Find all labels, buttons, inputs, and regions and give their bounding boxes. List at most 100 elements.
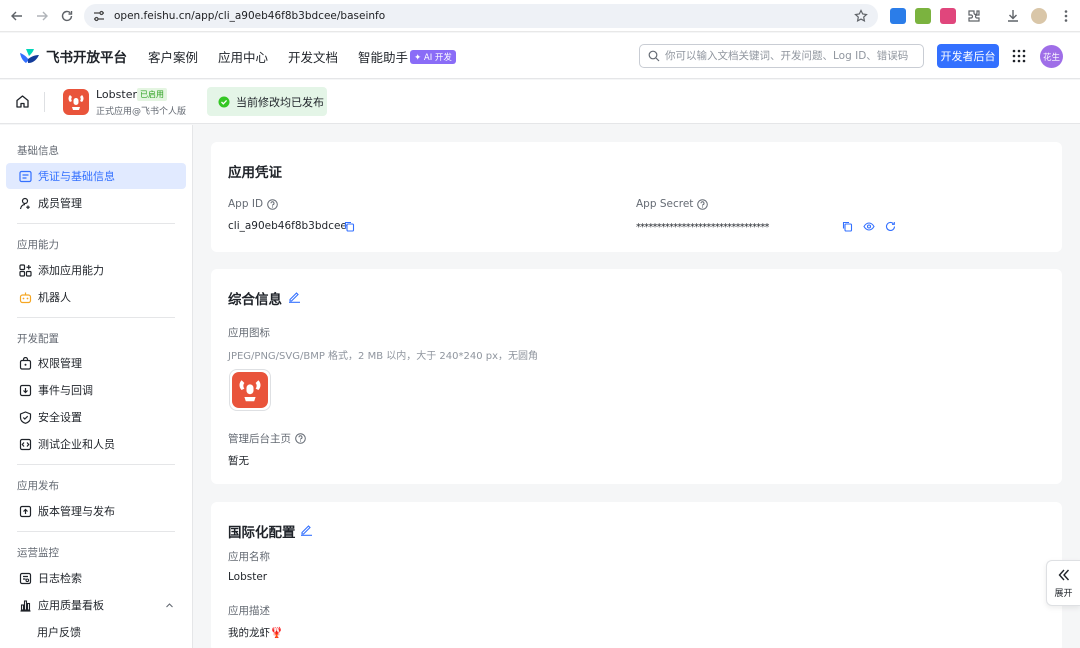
sidebar-item-credentials[interactable]: 凭证与基础信息 — [6, 163, 186, 189]
address-bar[interactable]: open.feishu.cn/app/cli_a90eb46f8b3bdcee/… — [84, 4, 878, 28]
app-secret-value: ******************************** — [636, 222, 769, 233]
sidebar-item-security[interactable]: 安全设置 — [6, 404, 186, 430]
app-header: 飞书开放平台 客户案例 应用中心 开发文档 智能助手✦ AI 开发 开发者后台 … — [0, 33, 1080, 79]
homepage-value: 暂无 — [228, 455, 249, 467]
sidebar-item-test-orgs[interactable]: 测试企业和人员 — [6, 431, 186, 457]
app-icon-label: 应用图标 — [228, 327, 270, 339]
help-icon[interactable] — [295, 433, 306, 444]
sidebar-group-capability: 应用能力 — [17, 239, 59, 251]
sidebar-item-label: 凭证与基础信息 — [38, 170, 115, 183]
edit-icon[interactable] — [300, 523, 313, 536]
copy-icon[interactable] — [842, 221, 853, 232]
sidebar-item-quality-board[interactable]: 应用质量看板 — [6, 592, 186, 618]
sidebar-item-events[interactable]: 事件与回调 — [6, 377, 186, 403]
nav-smart-assistant-label: 智能助手 — [358, 50, 409, 65]
nav-smart-assistant[interactable]: 智能助手 ✦ AI 开发 — [358, 47, 456, 66]
developer-console-button[interactable]: 开发者后台 — [937, 44, 999, 68]
forward-arrow-icon[interactable] — [34, 8, 50, 24]
sidebar-item-add-capability[interactable]: 添加应用能力 — [6, 257, 186, 283]
edit-icon[interactable] — [288, 290, 301, 303]
sidebar-item-label: 事件与回调 — [38, 384, 93, 397]
publish-notice: 当前修改均已发布 — [207, 87, 327, 116]
help-icon[interactable] — [697, 198, 709, 210]
site-settings-icon[interactable] — [92, 9, 106, 23]
general-title: 综合信息 — [228, 292, 282, 308]
copy-icon[interactable] — [344, 221, 355, 232]
app-icon-hint: JPEG/PNG/SVG/BMP 格式，2 MB 以内，大于 240*240 p… — [228, 351, 539, 362]
nav-dev-docs[interactable]: 开发文档 — [288, 47, 338, 66]
browser-menu-icon[interactable] — [1058, 8, 1074, 24]
app-icon-large[interactable] — [229, 369, 271, 411]
general-info-card: 综合信息 应用图标 JPEG/PNG/SVG/BMP 格式，2 MB 以内，大于… — [211, 269, 1062, 484]
app-desc-label: 应用描述 — [228, 605, 270, 617]
credentials-card: 应用凭证 App ID cli_a90eb46f8b3bdcee App Sec… — [211, 142, 1062, 252]
expand-panel-button[interactable]: 展开 — [1046, 560, 1080, 606]
extension-puzzle-pink-icon[interactable] — [940, 8, 956, 24]
log-icon — [18, 571, 32, 585]
extension-book-icon[interactable] — [915, 8, 931, 24]
ai-badge-label: AI 开发 — [423, 53, 452, 63]
app-id-label-text: App ID — [228, 198, 264, 210]
member-icon — [18, 196, 32, 210]
app-id-label: App ID — [228, 198, 278, 210]
search-input[interactable] — [665, 50, 915, 62]
add-capability-icon — [18, 263, 32, 277]
homepage-label-text: 管理后台主页 — [228, 433, 291, 445]
sidebar-item-logs[interactable]: 日志检索 — [6, 565, 186, 591]
user-avatar[interactable]: 花生 — [1040, 45, 1063, 68]
permission-icon — [18, 356, 32, 370]
extensions-icon[interactable] — [966, 8, 982, 24]
url-text: open.feishu.cn/app/cli_a90eb46f8b3bdcee/… — [114, 10, 386, 22]
sidebar-item-label: 成员管理 — [38, 197, 82, 210]
robot-icon — [18, 290, 32, 304]
home-icon[interactable] — [15, 94, 30, 109]
app-icon-fill — [232, 372, 268, 408]
doc-search[interactable] — [639, 44, 924, 68]
back-arrow-icon[interactable] — [9, 8, 25, 24]
status-badge: 已启用 — [137, 88, 167, 101]
profile-avatar-icon[interactable] — [1031, 8, 1047, 24]
sidebar-item-label: 用户反馈 — [37, 626, 81, 639]
expand-label: 展开 — [1054, 589, 1073, 599]
sidebar-item-label: 版本管理与发布 — [38, 505, 115, 518]
top-nav: 客户案例 应用中心 开发文档 智能助手 ✦ AI 开发 — [148, 47, 456, 66]
sidebar-item-permissions[interactable]: 权限管理 — [6, 350, 186, 376]
event-icon — [18, 383, 32, 397]
sidebar-item-members[interactable]: 成员管理 — [6, 190, 186, 216]
search-icon — [648, 50, 660, 62]
sidebar-group-monitoring: 运营监控 — [17, 547, 59, 559]
help-icon[interactable] — [267, 198, 278, 210]
app-desc-value: 我的龙虾🦞 — [228, 627, 284, 639]
brand-logo[interactable]: 飞书开放平台 — [18, 46, 127, 66]
sidebar-item-label: 日志检索 — [38, 572, 82, 585]
sidebar-item-versions[interactable]: 版本管理与发布 — [6, 498, 186, 524]
app-subheader: Lobster 已启用 正式应用@飞书个人版 当前修改均已发布 — [0, 80, 1080, 124]
sidebar-item-label: 测试企业和人员 — [38, 438, 115, 451]
app-grid-icon[interactable] — [1012, 49, 1026, 63]
nav-customer-cases[interactable]: 客户案例 — [148, 47, 198, 66]
reload-icon[interactable] — [59, 8, 75, 24]
chevron-up-icon[interactable] — [165, 601, 174, 610]
upload-icon — [18, 504, 32, 518]
check-circle-icon — [218, 96, 230, 107]
feishu-logo-icon — [20, 49, 39, 63]
download-icon[interactable] — [1005, 8, 1021, 24]
sidebar-item-label: 应用质量看板 — [38, 599, 104, 612]
ai-badge: ✦ AI 开发 — [410, 50, 456, 64]
bookmark-star-icon[interactable] — [854, 9, 868, 23]
extension-screen-icon[interactable] — [890, 8, 906, 24]
app-name-label: 应用名称 — [228, 551, 270, 563]
credentials-title: 应用凭证 — [228, 165, 282, 181]
eye-icon[interactable] — [863, 221, 875, 232]
sidebar-divider — [17, 464, 175, 465]
credential-icon — [18, 169, 32, 183]
refresh-icon[interactable] — [885, 221, 896, 232]
sidebar-group-dev-config: 开发配置 — [17, 333, 59, 345]
sidebar-item-feedback[interactable]: 用户反馈 — [6, 619, 186, 645]
test-icon — [18, 437, 32, 451]
double-chevron-left-icon — [1058, 569, 1069, 581]
app-secret-label-text: App Secret — [636, 198, 694, 210]
nav-app-center[interactable]: 应用中心 — [218, 47, 268, 66]
sidebar-item-robot[interactable]: 机器人 — [6, 284, 186, 310]
app-secret-label: App Secret — [636, 198, 709, 210]
